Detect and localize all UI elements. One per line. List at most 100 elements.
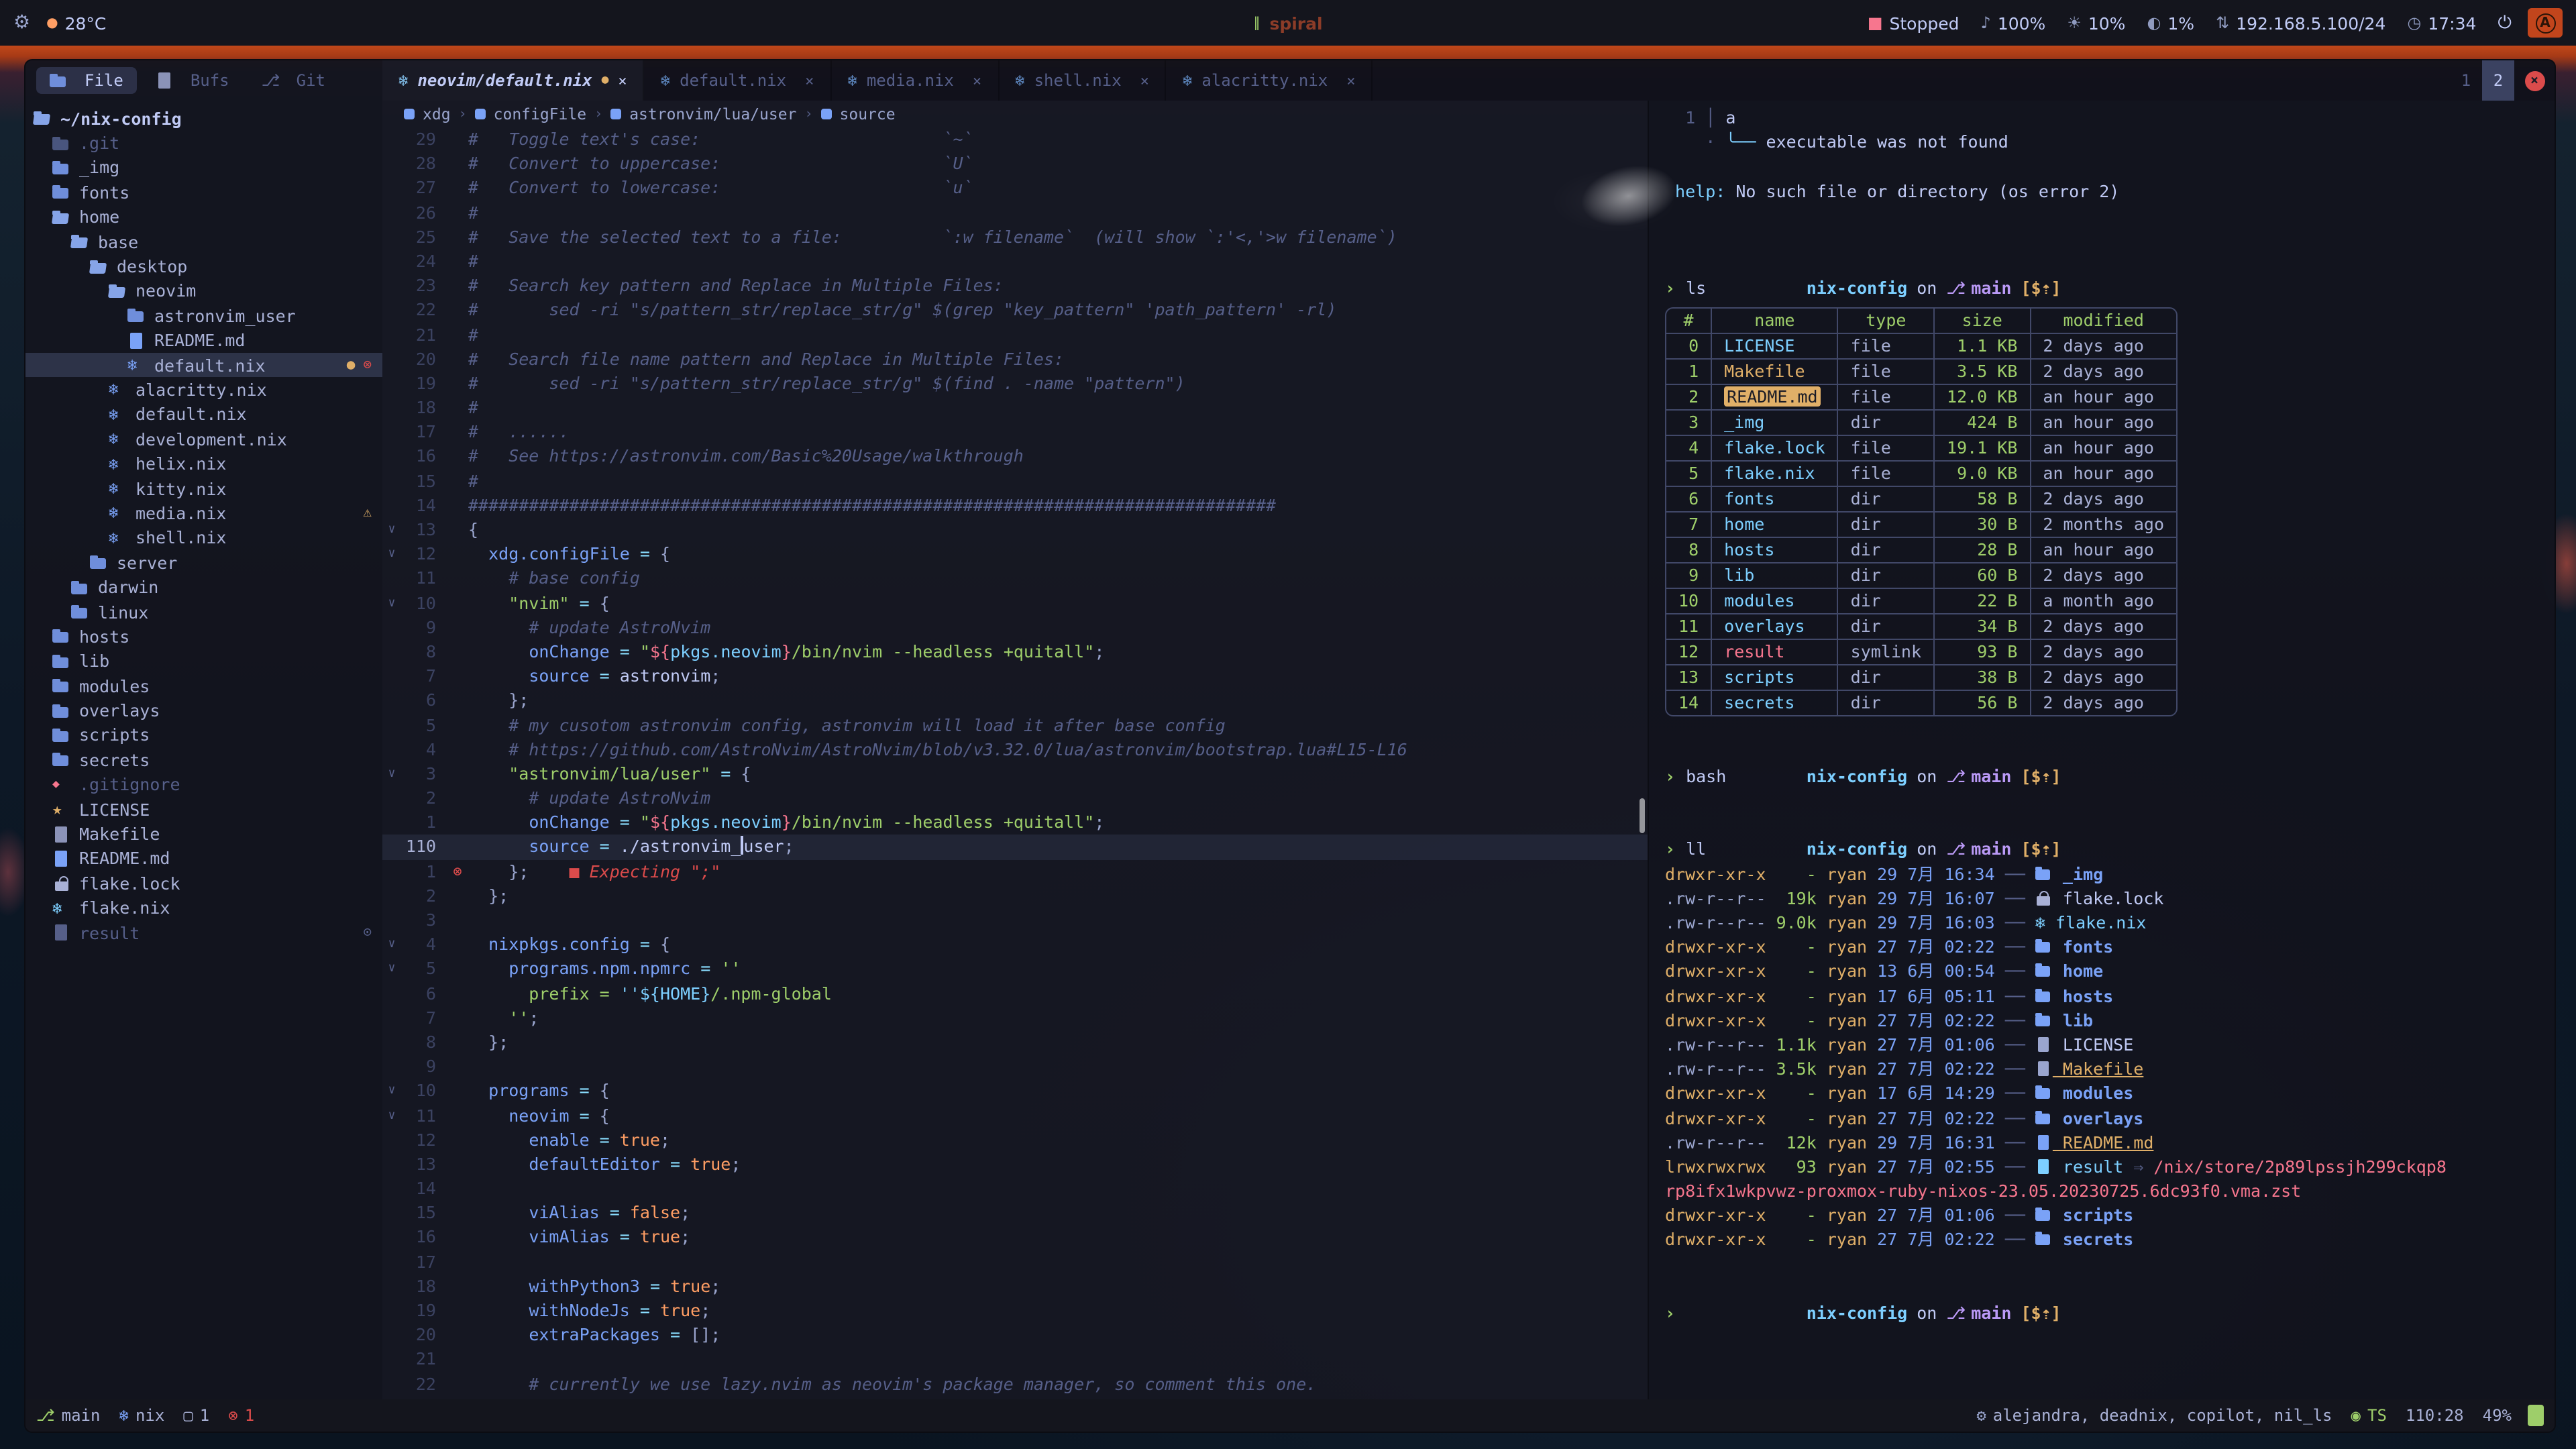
fold-icon[interactable] <box>382 713 401 737</box>
buffer-tab[interactable]: ❄ media.nix × <box>831 60 999 101</box>
buffer-close-icon[interactable]: × <box>805 72 814 89</box>
tree-item[interactable]: ★ LICENSE <box>25 797 382 822</box>
fold-icon[interactable]: ∨ <box>382 1079 401 1104</box>
breadcrumb-crumb[interactable]: › source <box>804 105 895 123</box>
breadcrumb-crumb[interactable]: › astronvim/lua/user <box>594 105 796 123</box>
tabpage-indicator[interactable]: 2 <box>2482 60 2514 101</box>
tree-item[interactable]: _img <box>25 156 382 180</box>
fold-icon[interactable] <box>382 225 401 250</box>
tree-item[interactable]: modules <box>25 674 382 698</box>
keyboard-layout-indicator[interactable]: A <box>2528 8 2563 38</box>
tree-item[interactable]: lib <box>25 649 382 674</box>
tree-item[interactable]: base <box>25 229 382 254</box>
tree-item[interactable]: Makefile <box>25 822 382 847</box>
fold-icon[interactable] <box>382 1030 401 1055</box>
fold-icon[interactable] <box>382 201 401 225</box>
tree-item[interactable]: .git <box>25 131 382 156</box>
tree-item[interactable]: secrets <box>25 747 382 772</box>
neotree-source-tab[interactable]: ⎇ Git <box>248 67 339 94</box>
fold-icon[interactable] <box>382 1201 401 1226</box>
tree-item[interactable]: astronvim_user <box>25 303 382 328</box>
fold-icon[interactable]: ∨ <box>382 518 401 542</box>
buffer-close-icon[interactable]: × <box>1346 72 1355 89</box>
workspace-indicator[interactable]: ‖ spiral <box>1253 13 1322 33</box>
fold-icon[interactable]: ∨ <box>382 957 401 981</box>
tree-item[interactable]: ◆ .gitignore <box>25 772 382 797</box>
tree-item[interactable]: ❄ kitty.nix <box>25 476 382 501</box>
fold-icon[interactable] <box>382 469 401 493</box>
fold-icon[interactable] <box>382 250 401 274</box>
editor-scrollbar-thumb[interactable] <box>1640 798 1645 833</box>
tree-item[interactable]: README.md <box>25 846 382 871</box>
fold-icon[interactable] <box>382 274 401 298</box>
fold-icon[interactable] <box>382 908 401 932</box>
buffer-tab[interactable]: ❄ alacritty.nix × <box>1167 60 1373 101</box>
fold-icon[interactable] <box>382 811 401 835</box>
fold-icon[interactable] <box>382 1177 401 1201</box>
breadcrumb-crumb[interactable]: › configFile <box>459 105 587 123</box>
tree-item[interactable]: ❄ media.nix ⚠ <box>25 501 382 526</box>
neotree-source-tab[interactable]: Bufs <box>142 67 243 94</box>
tree-item[interactable]: overlays <box>25 698 382 723</box>
tree-item[interactable]: neovim <box>25 278 382 303</box>
fold-icon[interactable] <box>382 1006 401 1030</box>
fold-icon[interactable] <box>382 1055 401 1079</box>
buffer-close-icon[interactable]: × <box>618 72 627 89</box>
tree-item[interactable]: ❄ development.nix <box>25 427 382 451</box>
fold-icon[interactable]: ∨ <box>382 1104 401 1128</box>
buffer-close-icon[interactable]: × <box>973 72 981 89</box>
tree-item[interactable]: ❄ flake.nix <box>25 896 382 920</box>
terminal-pane[interactable]: 1 │ a · ╰── executable was not found hel… <box>1648 101 2555 1399</box>
fold-icon[interactable]: ∨ <box>382 542 401 566</box>
fold-icon[interactable] <box>382 981 401 1006</box>
buffer-tab[interactable]: ❄ neovim/default.nix ● × <box>382 60 645 101</box>
fold-icon[interactable]: ∨ <box>382 762 401 786</box>
editor-pane[interactable]: xdg › configFile › <box>382 101 1648 1399</box>
breadcrumb-crumb[interactable]: xdg <box>396 105 451 123</box>
fold-icon[interactable] <box>382 299 401 323</box>
tree-item[interactable]: ❄ default.nix <box>25 402 382 427</box>
fold-icon[interactable] <box>382 616 401 640</box>
tabpage-indicator[interactable]: 1 <box>2450 60 2482 101</box>
buffer-close-icon[interactable]: × <box>1140 72 1149 89</box>
fold-icon[interactable] <box>382 1152 401 1177</box>
tree-item[interactable]: server <box>25 550 382 575</box>
tree-item[interactable]: desktop <box>25 254 382 279</box>
fold-icon[interactable] <box>382 835 401 859</box>
tree-item[interactable]: fonts <box>25 180 382 205</box>
tree-item[interactable]: ~/nix-config <box>25 106 382 131</box>
editor-buffer[interactable]: 29 # Toggle text's case: `~` 28 <box>382 127 1648 1399</box>
tree-item[interactable]: home <box>25 205 382 229</box>
gear-icon[interactable]: ⚙ <box>13 12 30 34</box>
fold-icon[interactable] <box>382 347 401 371</box>
fold-icon[interactable] <box>382 884 401 908</box>
fold-icon[interactable] <box>382 567 401 591</box>
tree-item[interactable]: ❄ alacritty.nix <box>25 378 382 402</box>
fold-icon[interactable] <box>382 737 401 761</box>
tree-item[interactable]: result ⊙ <box>25 920 382 945</box>
fold-icon[interactable] <box>382 640 401 664</box>
fold-icon[interactable] <box>382 859 401 883</box>
fold-icon[interactable] <box>382 1348 401 1372</box>
fold-icon[interactable] <box>382 494 401 518</box>
fold-icon[interactable] <box>382 1323 401 1347</box>
fold-icon[interactable] <box>382 1299 401 1323</box>
tree-item[interactable]: README.md <box>25 328 382 353</box>
fold-icon[interactable]: ∨ <box>382 932 401 957</box>
fold-icon[interactable] <box>382 664 401 688</box>
tree-item[interactable]: hosts <box>25 624 382 649</box>
power-button[interactable]: ⏻ <box>2498 13 2512 33</box>
tree-item[interactable]: linux <box>25 600 382 625</box>
fold-icon[interactable] <box>382 1250 401 1274</box>
buffer-tab[interactable]: ❄ shell.nix × <box>999 60 1167 101</box>
tree-item[interactable]: ❄ default.nix ● ⊗ <box>25 353 382 378</box>
fold-icon[interactable]: ∨ <box>382 591 401 615</box>
fold-icon[interactable] <box>382 1372 401 1396</box>
tree-item[interactable]: ❄ helix.nix <box>25 451 382 476</box>
tree-item[interactable]: flake.lock <box>25 871 382 896</box>
fold-icon[interactable] <box>382 689 401 713</box>
fold-icon[interactable] <box>382 176 401 201</box>
fold-icon[interactable] <box>382 152 401 176</box>
fold-icon[interactable] <box>382 1226 401 1250</box>
fold-icon[interactable] <box>382 396 401 420</box>
